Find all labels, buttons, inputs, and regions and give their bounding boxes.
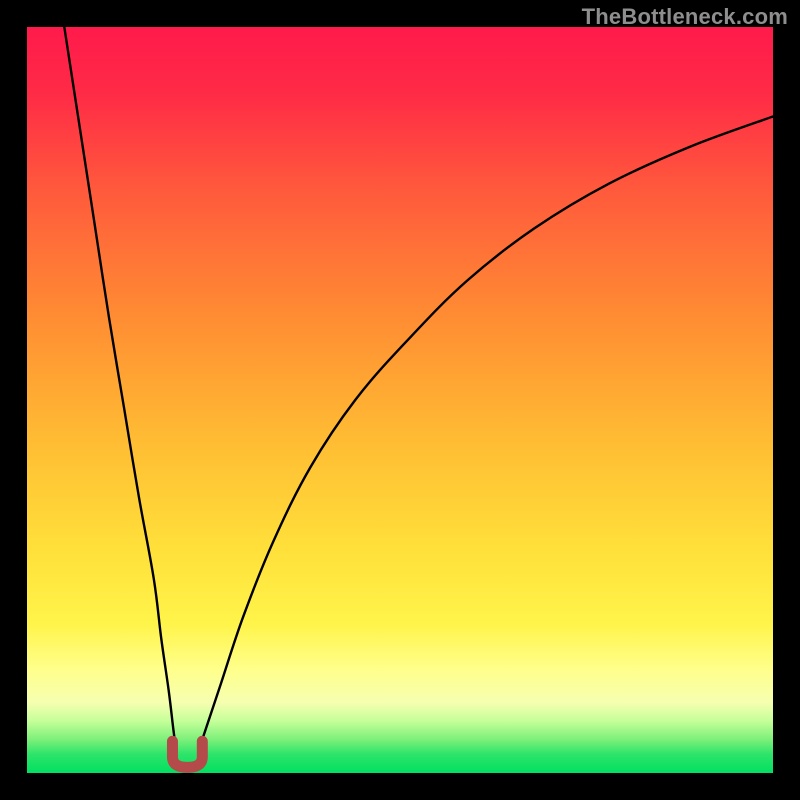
watermark-text: TheBottleneck.com bbox=[582, 4, 788, 30]
bottleneck-chart bbox=[27, 27, 773, 773]
outer-frame: TheBottleneck.com bbox=[0, 0, 800, 800]
gradient-background bbox=[27, 27, 773, 773]
